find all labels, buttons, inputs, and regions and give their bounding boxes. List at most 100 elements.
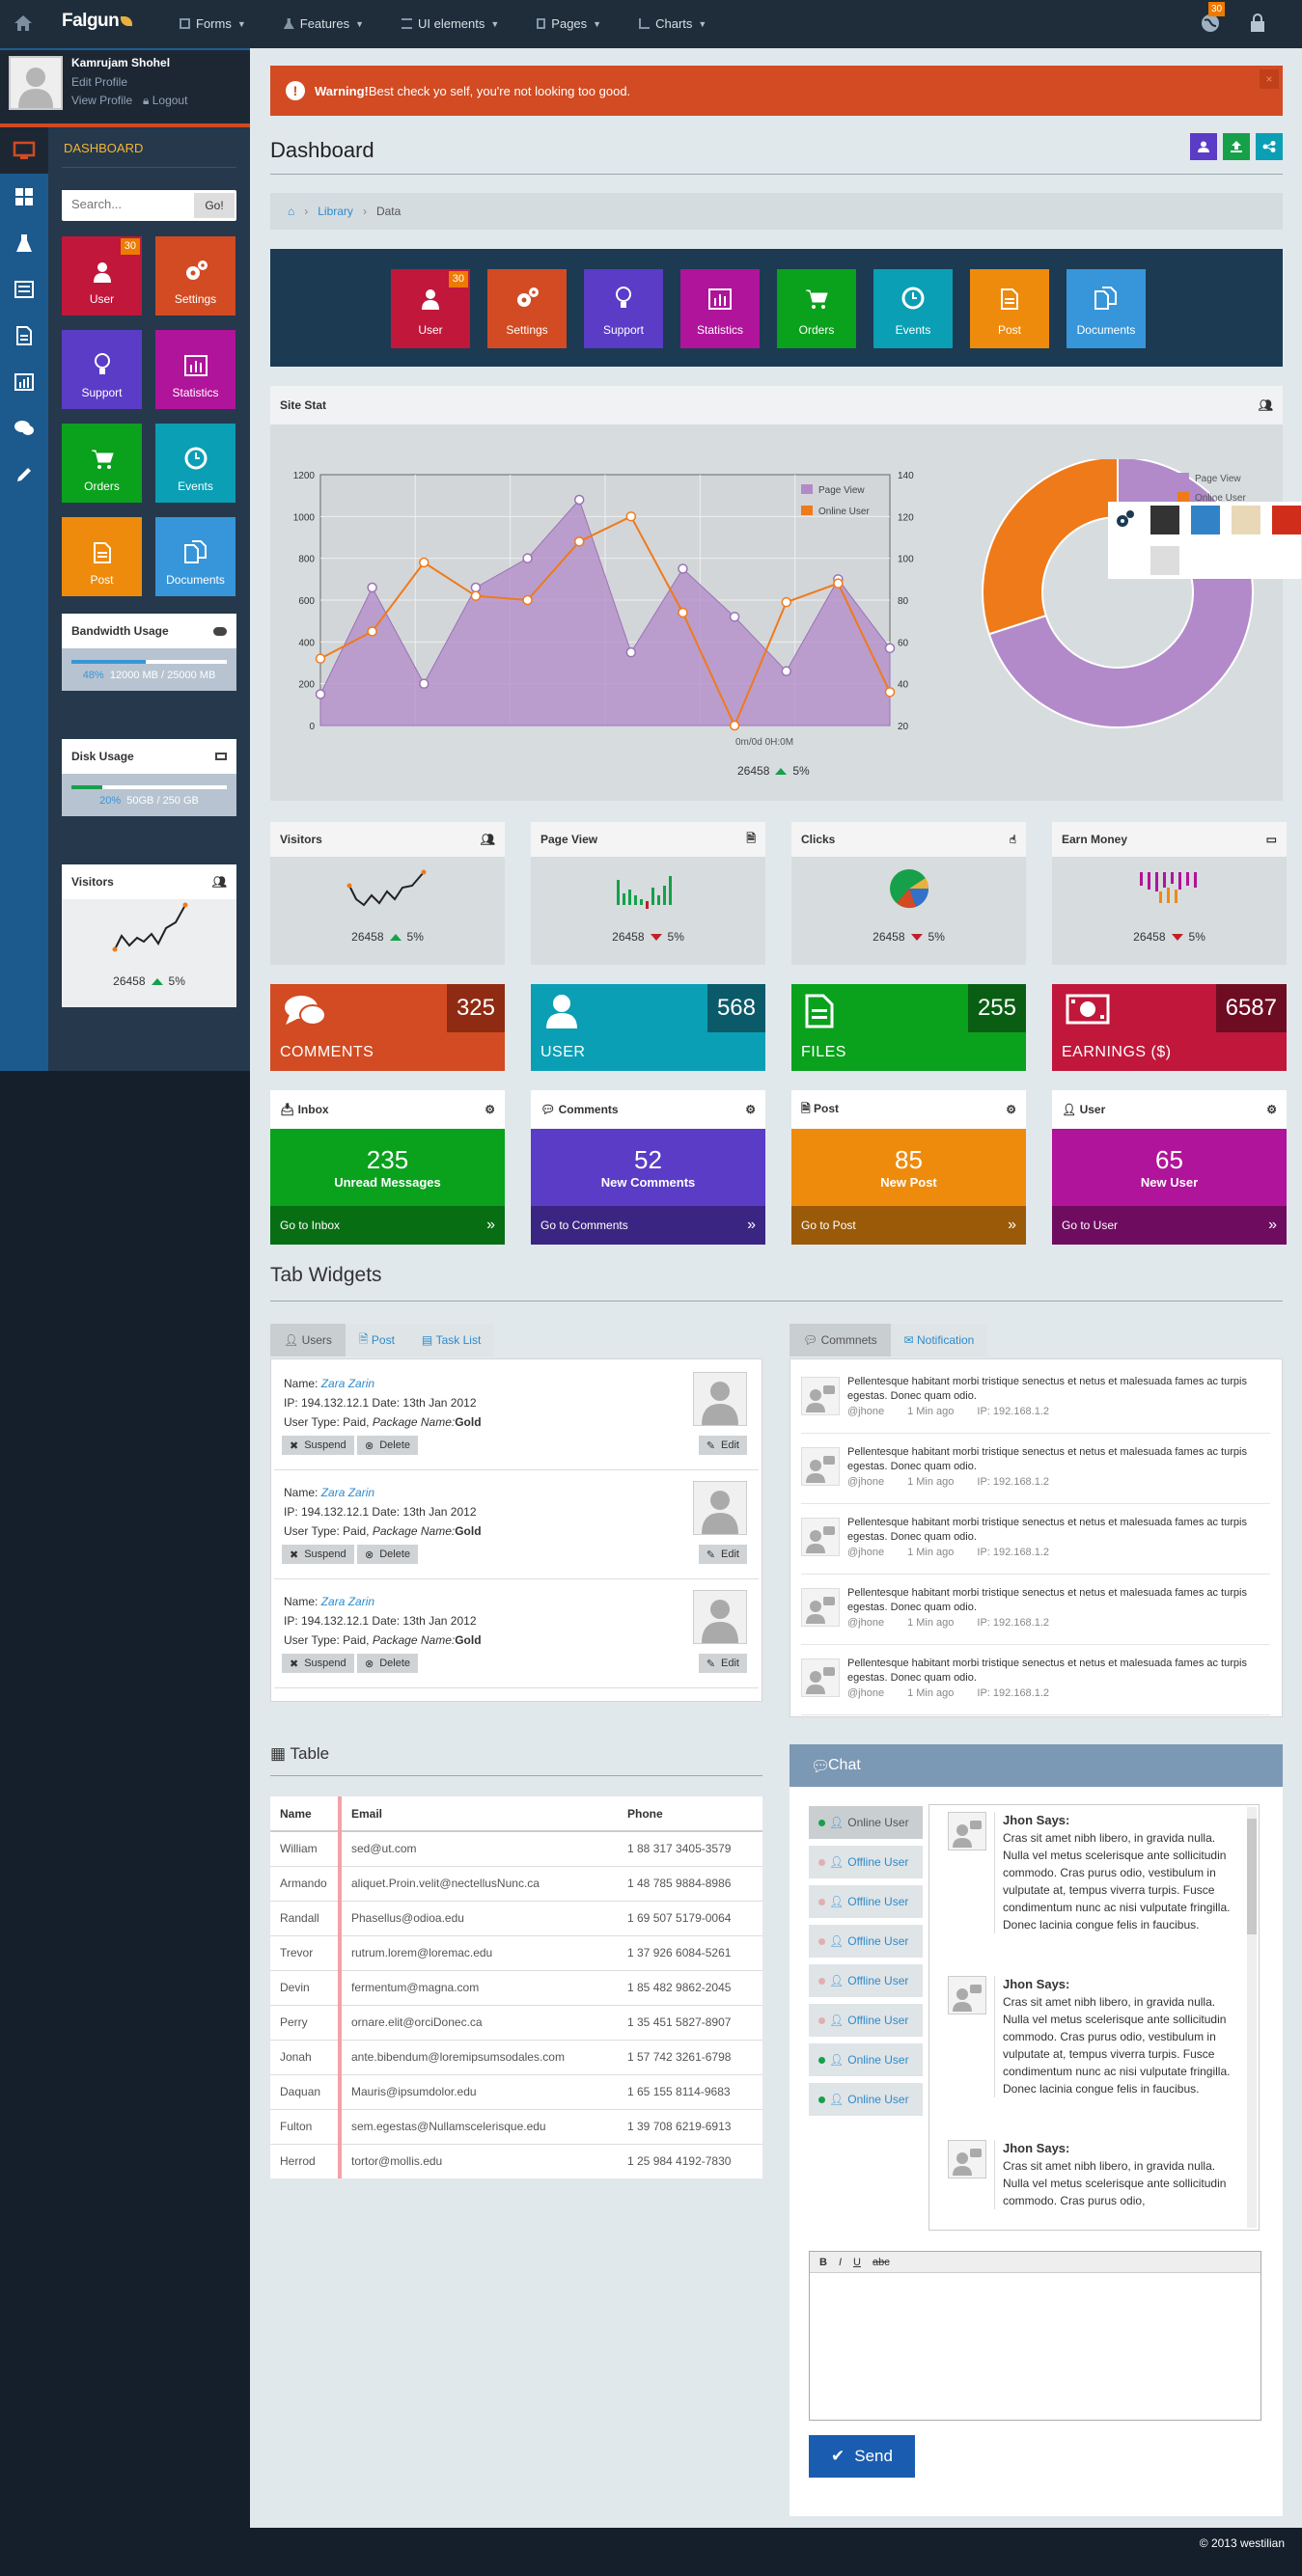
comment-avatar[interactable]	[801, 1447, 840, 1486]
share-button[interactable]	[1256, 133, 1283, 160]
data-point-online-user[interactable]	[884, 687, 896, 698]
avatar[interactable]	[9, 56, 63, 110]
metric-card-earnings[interactable]: 6587 EARNINGS ($)	[1052, 984, 1287, 1071]
edit-button[interactable]: ✎ Edit	[698, 1436, 747, 1455]
table-row[interactable]: Randall Phasellus@odioa.edu 1 69 507 5179-…	[270, 1900, 762, 1935]
rail-widgets[interactable]	[0, 174, 48, 220]
user-name-link[interactable]: Zara Zarin	[321, 1486, 374, 1499]
search-go-button[interactable]: Go!	[194, 193, 235, 218]
sidebar-tile-events[interactable]: Events	[155, 424, 235, 503]
lock-icon[interactable]	[1250, 14, 1265, 33]
metric-card-user[interactable]: 568 USER	[531, 984, 765, 1071]
sidebar-tile-post[interactable]: Post	[62, 517, 142, 596]
user-button[interactable]	[1190, 133, 1217, 160]
color-swatch[interactable]	[1150, 546, 1179, 575]
data-point-online-user[interactable]	[833, 578, 844, 589]
data-point-online-user[interactable]	[315, 653, 326, 664]
data-point-page-view[interactable]	[470, 582, 482, 593]
comment-user[interactable]: @jhone	[847, 1687, 884, 1699]
comment-user[interactable]: @jhone	[847, 1476, 884, 1488]
gear-icon[interactable]: ⚙	[745, 1103, 756, 1116]
comment-avatar[interactable]	[801, 1588, 840, 1627]
tab-task-list[interactable]: ▤ Task List	[407, 1324, 495, 1357]
data-point-online-user[interactable]	[367, 626, 377, 637]
home-icon[interactable]	[14, 14, 33, 32]
sidebar-tile-statistics[interactable]: Statistics	[155, 330, 235, 409]
upload-button[interactable]	[1223, 133, 1250, 160]
color-swatch[interactable]	[1272, 506, 1301, 534]
table-row[interactable]: Daquan Mauris@ipsumdolor.edu 1 65 155 8114…	[270, 2073, 762, 2109]
card-footer-link[interactable]: Go to Comments »	[531, 1206, 765, 1245]
data-point-page-view[interactable]	[419, 678, 429, 689]
hero-tile-statistics[interactable]: Statistics	[680, 269, 760, 348]
suspend-button[interactable]: ✖ Suspend	[282, 1436, 354, 1455]
tab-comments[interactable]: 💬︎ Commnets	[790, 1324, 891, 1357]
color-swatch[interactable]	[1232, 506, 1260, 534]
bold-button[interactable]: B	[819, 2257, 827, 2268]
chat-avatar[interactable]	[948, 1812, 986, 1850]
message-textarea[interactable]	[810, 2273, 1260, 2420]
table-row[interactable]: Jonah ante.bibendum@loremipsumsodales.com…	[270, 2039, 762, 2074]
sidebar-tile-support[interactable]: Support	[62, 330, 142, 409]
data-point-page-view[interactable]	[522, 553, 533, 563]
chat-user-item[interactable]: 👤︎ Offline User	[809, 2004, 923, 2037]
comment-user[interactable]: @jhone	[847, 1547, 884, 1558]
user-photo[interactable]	[693, 1372, 747, 1426]
rail-edit[interactable]	[0, 452, 48, 498]
user-name-link[interactable]: Zara Zarin	[321, 1595, 374, 1608]
brand-logo[interactable]: Falgun	[62, 11, 133, 32]
view-profile-link[interactable]: View Profile	[71, 94, 132, 107]
metric-card-files[interactable]: 255 FILES	[791, 984, 1026, 1071]
nav-charts[interactable]: Charts ▼	[639, 16, 706, 31]
breadcrumb-library[interactable]: Library	[318, 205, 353, 218]
user-photo[interactable]	[693, 1590, 747, 1644]
chat-user-item[interactable]: 👤︎ Offline User	[809, 1885, 923, 1918]
col-name[interactable]: Name	[270, 1796, 340, 1832]
sidebar-tile-documents[interactable]: Documents	[155, 517, 235, 596]
suspend-button[interactable]: ✖ Suspend	[282, 1545, 354, 1564]
data-point-page-view[interactable]	[315, 689, 326, 699]
data-point-page-view[interactable]	[781, 666, 791, 676]
table-row[interactable]: Perry ornare.elit@orciDonec.ca 1 35 451 58…	[270, 2004, 762, 2040]
sidebar-tile-user[interactable]: User 30	[62, 236, 142, 315]
data-point-online-user[interactable]	[419, 557, 429, 568]
hero-tile-user[interactable]: User 30	[391, 269, 470, 348]
table-row[interactable]: William sed@ut.com 1 88 317 3405-3579	[270, 1830, 762, 1866]
delete-button[interactable]: ⊗ Delete	[357, 1654, 419, 1673]
close-icon[interactable]: ×	[1260, 69, 1279, 89]
sidebar-tile-orders[interactable]: Orders	[62, 424, 142, 503]
chat-user-item[interactable]: 👤︎ Offline User	[809, 1846, 923, 1878]
data-point-online-user[interactable]	[522, 594, 533, 606]
logout-link[interactable]: 🔒︎ Logout	[143, 94, 187, 108]
data-point-page-view[interactable]	[367, 582, 377, 593]
nav-forms[interactable]: Forms ▼	[180, 16, 246, 31]
chat-scrollbar[interactable]	[1247, 1807, 1257, 2228]
send-button[interactable]: ✔ Send	[809, 2435, 915, 2478]
data-point-online-user[interactable]	[470, 590, 482, 601]
home-icon[interactable]: ⌂	[288, 205, 294, 218]
italic-button[interactable]: I	[839, 2257, 842, 2268]
card-footer-link[interactable]: Go to Post »	[791, 1206, 1026, 1245]
user-photo[interactable]	[693, 1481, 747, 1535]
gear-icon[interactable]: ⚙	[1266, 1103, 1277, 1116]
chat-avatar[interactable]	[948, 1976, 986, 2014]
col-email[interactable]: Email	[338, 1796, 618, 1832]
tab-notification[interactable]: ✉︎ Notification	[890, 1324, 988, 1357]
data-point-page-view[interactable]	[884, 643, 896, 654]
comment-user[interactable]: @jhone	[847, 1406, 884, 1417]
metric-card-comments[interactable]: 325 COMMENTS	[270, 984, 505, 1071]
comment-avatar[interactable]	[801, 1377, 840, 1415]
data-point-online-user[interactable]	[678, 607, 688, 618]
gears-icon[interactable]	[1114, 509, 1135, 531]
data-point-page-view[interactable]	[573, 494, 585, 506]
chat-user-item[interactable]: 👤︎ Online User	[809, 2083, 923, 2116]
chat-avatar[interactable]	[948, 2140, 986, 2179]
chat-user-item[interactable]: 👤︎ Online User	[809, 1806, 923, 1839]
table-row[interactable]: Trevor rutrum.lorem@loremac.edu 1 37 926 6…	[270, 1934, 762, 1970]
color-swatch[interactable]	[1150, 506, 1179, 534]
hero-tile-events[interactable]: Events	[873, 269, 953, 348]
table-row[interactable]: Fulton sem.egestas@Nullamscelerisque.edu 1…	[270, 2108, 762, 2144]
hero-tile-settings[interactable]: Settings	[487, 269, 567, 348]
gear-icon[interactable]: ⚙	[1006, 1103, 1016, 1116]
hero-tile-support[interactable]: Support	[584, 269, 663, 348]
